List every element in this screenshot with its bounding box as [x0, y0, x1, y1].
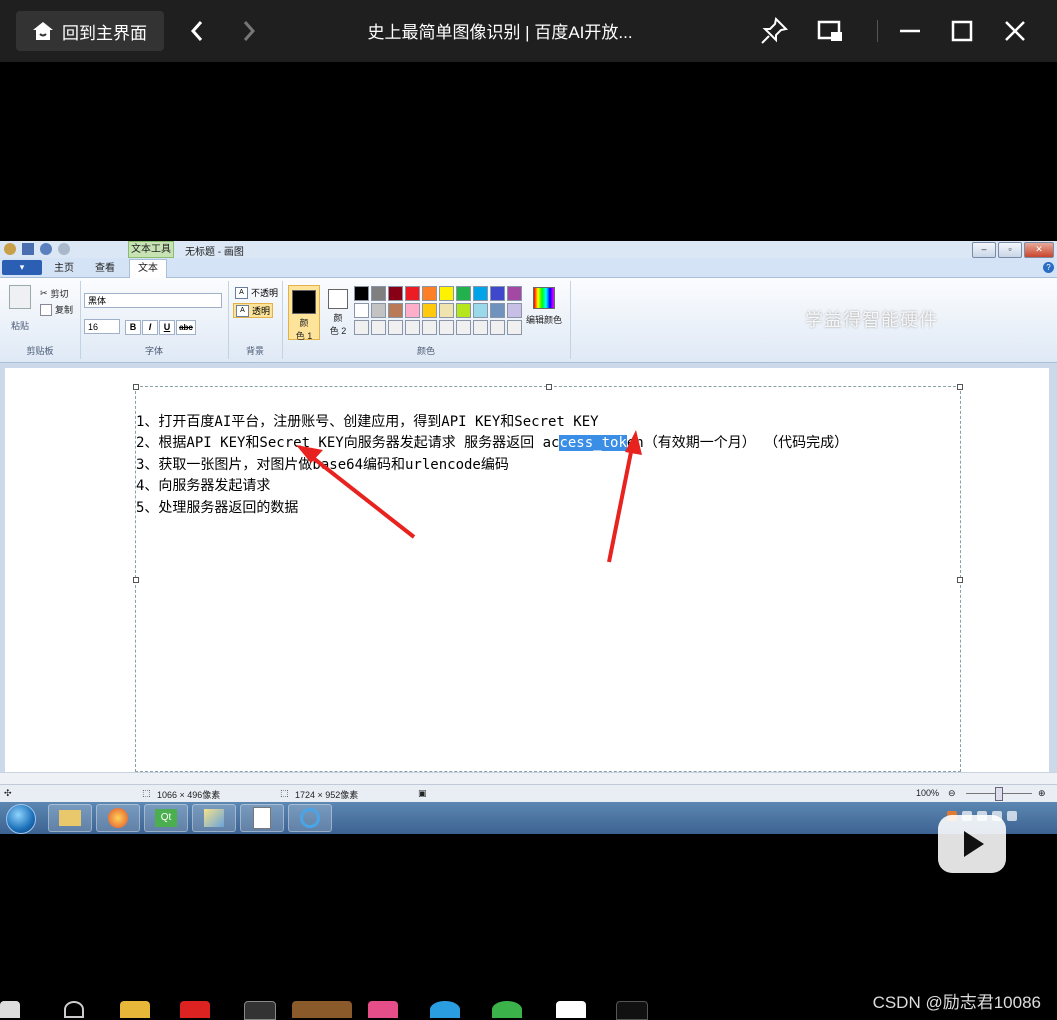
windows-start-icon[interactable]	[0, 1001, 20, 1018]
active-app-icon[interactable]	[292, 1001, 352, 1018]
tiktok-icon[interactable]	[616, 1001, 648, 1020]
search-icon[interactable]	[64, 1001, 84, 1018]
wps-icon[interactable]	[180, 1001, 210, 1018]
terminal-icon[interactable]	[244, 1001, 276, 1020]
annotation-arrows	[296, 430, 642, 563]
red-arrow-right	[607, 430, 642, 563]
file-explorer-icon[interactable]	[120, 1001, 150, 1018]
red-arrow-left	[296, 445, 416, 539]
edge-icon[interactable]	[430, 1001, 460, 1018]
app-icon[interactable]	[556, 1001, 586, 1018]
play-icon[interactable]	[938, 815, 1006, 873]
wechat-icon[interactable]	[492, 1001, 522, 1018]
csdn-watermark: CSDN @励志君10086	[872, 993, 1041, 1012]
music-app-icon[interactable]	[368, 1001, 398, 1018]
